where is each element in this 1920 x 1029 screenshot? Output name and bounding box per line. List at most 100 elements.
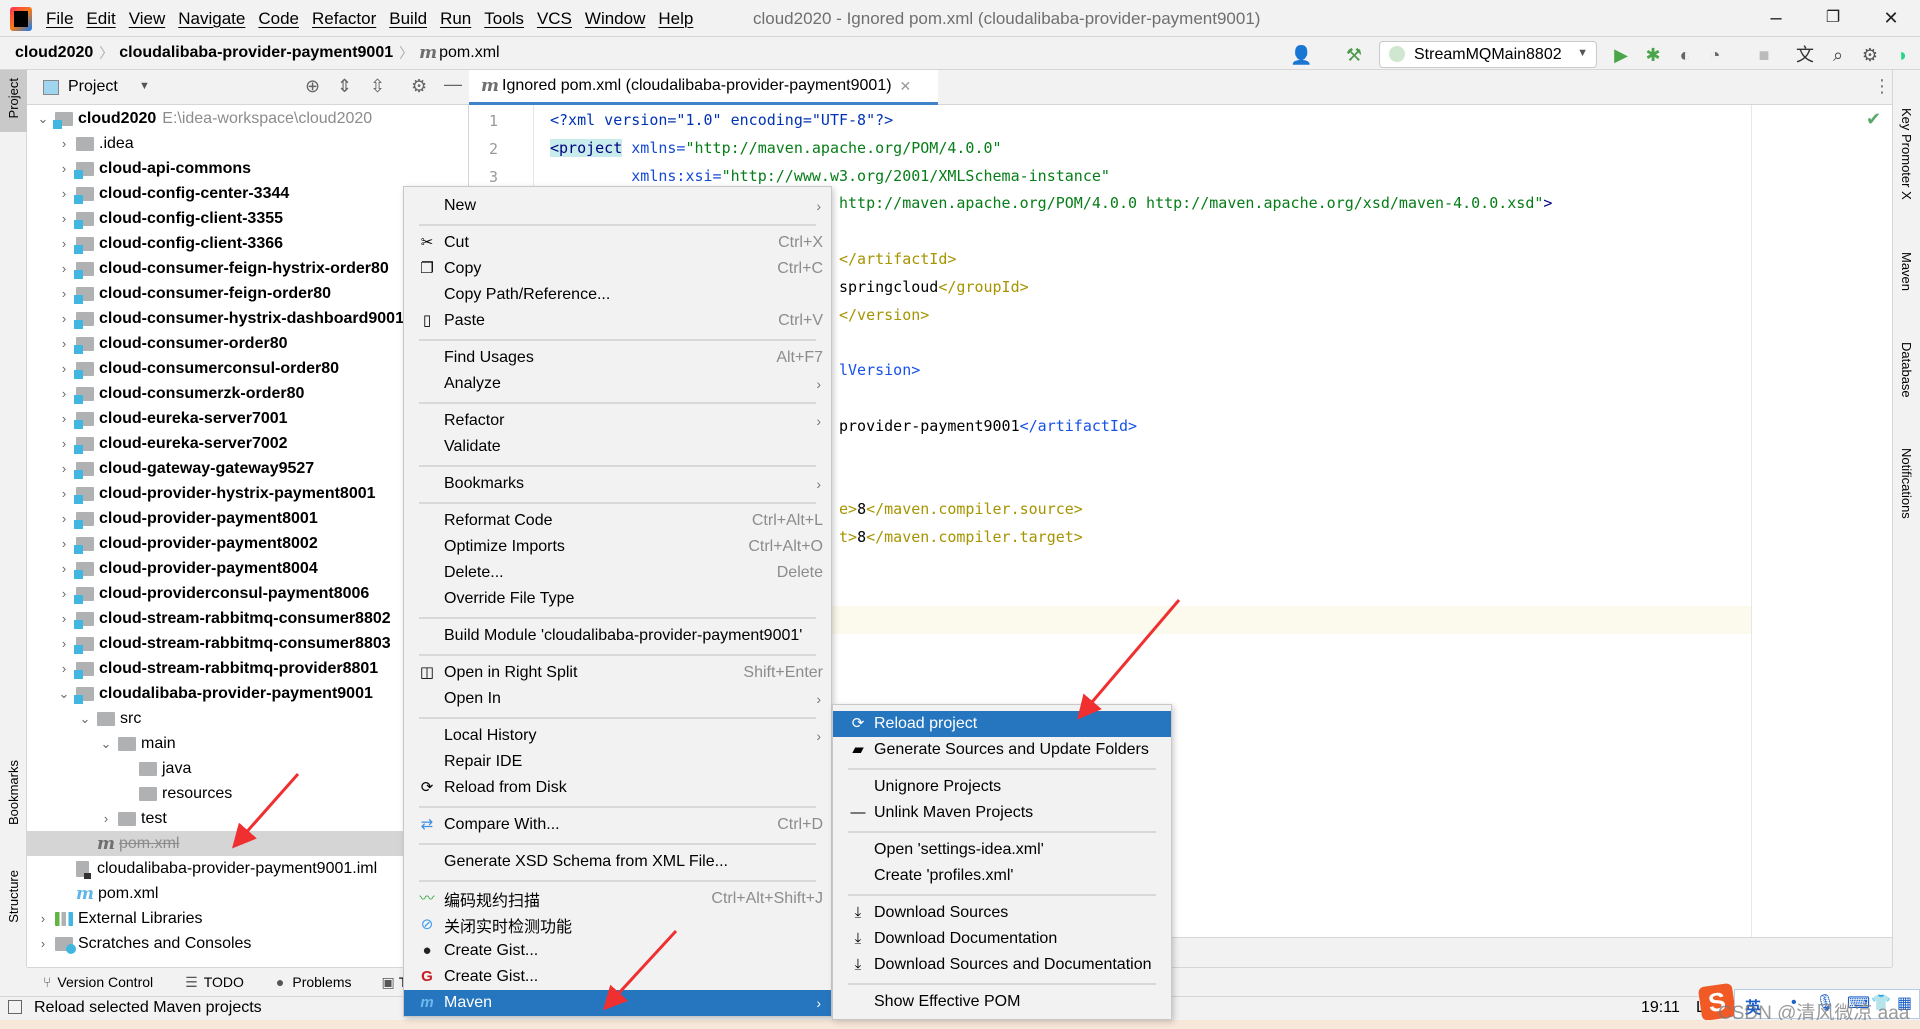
tree-item[interactable]: ⌄ cloud2020 E:\idea-workspace\cloud2020	[27, 106, 468, 131]
run-icon[interactable]: ▶	[1610, 44, 1632, 66]
menu-item-item-34[interactable]: ⊘ 关闭实时检测功能	[404, 912, 831, 938]
menu-item-reformat-code[interactable]: Reformat Code Ctrl+Alt+L	[404, 508, 831, 534]
hide-panel-icon[interactable]: —	[444, 74, 462, 95]
menu-item-create-profiles-xml[interactable]: Create 'profiles.xml'	[833, 863, 1171, 889]
menu-item-paste[interactable]: ▯ Paste Ctrl+V	[404, 308, 831, 334]
select-opened-file-icon[interactable]: ⊕	[305, 76, 320, 97]
menu-item-generate-xsd-schema-from-xml-file[interactable]: Generate XSD Schema from XML File...	[404, 849, 831, 875]
menu-code[interactable]: Code	[258, 9, 299, 29]
menu-view[interactable]: View	[129, 9, 166, 29]
chevron-right-icon[interactable]: ›	[56, 486, 72, 501]
close-button[interactable]: ✕	[1871, 4, 1911, 32]
chevron-right-icon[interactable]: ›	[56, 511, 72, 526]
menu-item-maven[interactable]: m Maven ›	[404, 990, 831, 1016]
restore-button[interactable]: ❐	[1813, 4, 1853, 32]
menu-run[interactable]: Run	[440, 9, 471, 29]
chevron-down-icon[interactable]: ▼	[139, 80, 150, 92]
menu-item-compare-with[interactable]: ⇄ Compare With... Ctrl+D	[404, 812, 831, 838]
menu-item-unlink-maven-projects[interactable]: — Unlink Maven Projects	[833, 800, 1171, 826]
menu-refactor[interactable]: Refactor	[312, 9, 376, 29]
menu-item-create-gist[interactable]: G Create Gist...	[404, 964, 831, 990]
chevron-down-icon[interactable]: ⌄	[35, 111, 51, 127]
chevron-right-icon[interactable]: ›	[56, 411, 72, 426]
menu-item-open-settings-idea-xml[interactable]: Open 'settings-idea.xml'	[833, 837, 1171, 863]
menu-item-item-33[interactable]: 〰编码规约扫描 Ctrl+Alt+Shift+J	[404, 886, 831, 912]
caret-position[interactable]: 19:11	[1641, 999, 1680, 1017]
collapse-all-icon[interactable]: ⇳	[370, 76, 385, 97]
menu-item-copy[interactable]: ❐ Copy Ctrl+C	[404, 256, 831, 282]
build-hammer-icon[interactable]: ⚒	[1343, 44, 1365, 66]
structure-tool-button[interactable]: Structure	[6, 870, 21, 923]
version-control-tab[interactable]: Version Control	[57, 974, 153, 990]
menu-item-refactor[interactable]: Refactor ›	[404, 408, 831, 434]
menu-item-find-usages[interactable]: Find Usages Alt+F7	[404, 345, 831, 371]
todo-tab[interactable]: TODO	[204, 974, 244, 990]
more-tabs-icon[interactable]: ⋮	[1873, 76, 1891, 97]
chevron-right-icon[interactable]: ›	[56, 336, 72, 351]
chevron-right-icon[interactable]: ›	[35, 911, 51, 926]
close-tab-icon[interactable]: ✕	[900, 78, 912, 95]
menu-item-reload-project[interactable]: ⟳ Reload project	[833, 711, 1171, 737]
chevron-right-icon[interactable]: ›	[35, 936, 51, 951]
project-tool-button[interactable]: Project	[0, 70, 27, 132]
menu-item-build-module-cloudalibaba-provider-payment9001[interactable]: Build Module 'cloudalibaba-provider-paym…	[404, 623, 831, 649]
gear-icon[interactable]: ⚙	[1859, 44, 1881, 66]
menu-edit[interactable]: Edit	[86, 9, 115, 29]
chevron-down-icon[interactable]: ⌄	[56, 686, 72, 702]
chevron-right-icon[interactable]: ›	[56, 586, 72, 601]
menu-item-download-sources[interactable]: ⤓ Download Sources	[833, 900, 1171, 926]
chevron-right-icon[interactable]: ›	[56, 161, 72, 176]
menu-item-open-in[interactable]: Open In ›	[404, 686, 831, 712]
chevron-right-icon[interactable]: ›	[56, 536, 72, 551]
menu-item-open-in-right-split[interactable]: ◫ Open in Right Split Shift+Enter	[404, 660, 831, 686]
profile-icon[interactable]: ◔	[1704, 44, 1726, 66]
user-icon[interactable]: 👤	[1290, 44, 1312, 66]
chevron-right-icon[interactable]: ›	[56, 561, 72, 576]
chevron-right-icon[interactable]: ›	[56, 386, 72, 401]
stop-icon[interactable]: ■	[1753, 44, 1775, 66]
chevron-right-icon[interactable]: ›	[56, 611, 72, 626]
tree-item[interactable]: › cloud-api-commons	[27, 156, 468, 181]
coverage-icon[interactable]: ◐	[1674, 44, 1696, 66]
menu-help[interactable]: Help	[658, 9, 693, 29]
menu-item-validate[interactable]: Validate	[404, 434, 831, 460]
gear-icon[interactable]: ⚙	[411, 76, 427, 97]
menu-tools[interactable]: Tools	[484, 9, 524, 29]
problems-tab[interactable]: Problems	[292, 974, 351, 990]
chevron-right-icon[interactable]: ›	[56, 211, 72, 226]
breadcrumb-file[interactable]: pom.xml	[439, 44, 499, 62]
tree-item[interactable]: › .idea	[27, 131, 468, 156]
minimize-button[interactable]: –	[1756, 4, 1796, 32]
maven-tool-button[interactable]: Maven	[1899, 252, 1914, 291]
notifications-tool-button[interactable]: Notifications	[1899, 448, 1914, 519]
chevron-right-icon[interactable]: ›	[98, 811, 114, 826]
chevron-right-icon[interactable]: ›	[56, 636, 72, 651]
run-configuration-select[interactable]: StreamMQMain8802	[1379, 41, 1597, 68]
key-promoter-tool-button[interactable]: Key Promoter X	[1899, 108, 1914, 200]
menu-item-cut[interactable]: ✂ Cut Ctrl+X	[404, 230, 831, 256]
translate-icon[interactable]: 文	[1794, 44, 1816, 66]
toolbox-logo-icon[interactable]: ◗	[1892, 44, 1914, 66]
chevron-right-icon[interactable]: ›	[56, 461, 72, 476]
search-icon[interactable]: ⌕	[1827, 44, 1849, 66]
toggle-tool-windows-icon[interactable]	[8, 1000, 22, 1014]
menu-navigate[interactable]: Navigate	[178, 9, 245, 29]
database-tool-button[interactable]: Database	[1899, 342, 1914, 398]
breadcrumb-project[interactable]: cloud2020	[15, 44, 93, 62]
menu-item-download-sources-and-documentation[interactable]: ⤓ Download Sources and Documentation	[833, 952, 1171, 978]
chevron-right-icon[interactable]: ›	[56, 311, 72, 326]
tab-pom-xml[interactable]: Ignored pom.xml (cloudalibaba-provider-p…	[469, 70, 938, 105]
menu-item-generate-sources-and-update-folders[interactable]: ▰ Generate Sources and Update Folders	[833, 737, 1171, 763]
chevron-right-icon[interactable]: ›	[56, 136, 72, 151]
chevron-down-icon[interactable]: ⌄	[98, 736, 114, 752]
project-view-selector[interactable]: Project	[68, 78, 118, 96]
menu-item-download-documentation[interactable]: ⤓ Download Documentation	[833, 926, 1171, 952]
chevron-right-icon[interactable]: ›	[56, 361, 72, 376]
bookmarks-tool-button[interactable]: Bookmarks	[6, 760, 21, 825]
chevron-down-icon[interactable]: ⌄	[77, 711, 93, 727]
menu-item-local-history[interactable]: Local History ›	[404, 723, 831, 749]
menu-item-new[interactable]: New ›	[404, 193, 831, 219]
menu-item-bookmarks[interactable]: Bookmarks ›	[404, 471, 831, 497]
menu-item-show-effective-pom[interactable]: Show Effective POM	[833, 989, 1171, 1015]
menu-build[interactable]: Build	[389, 9, 427, 29]
